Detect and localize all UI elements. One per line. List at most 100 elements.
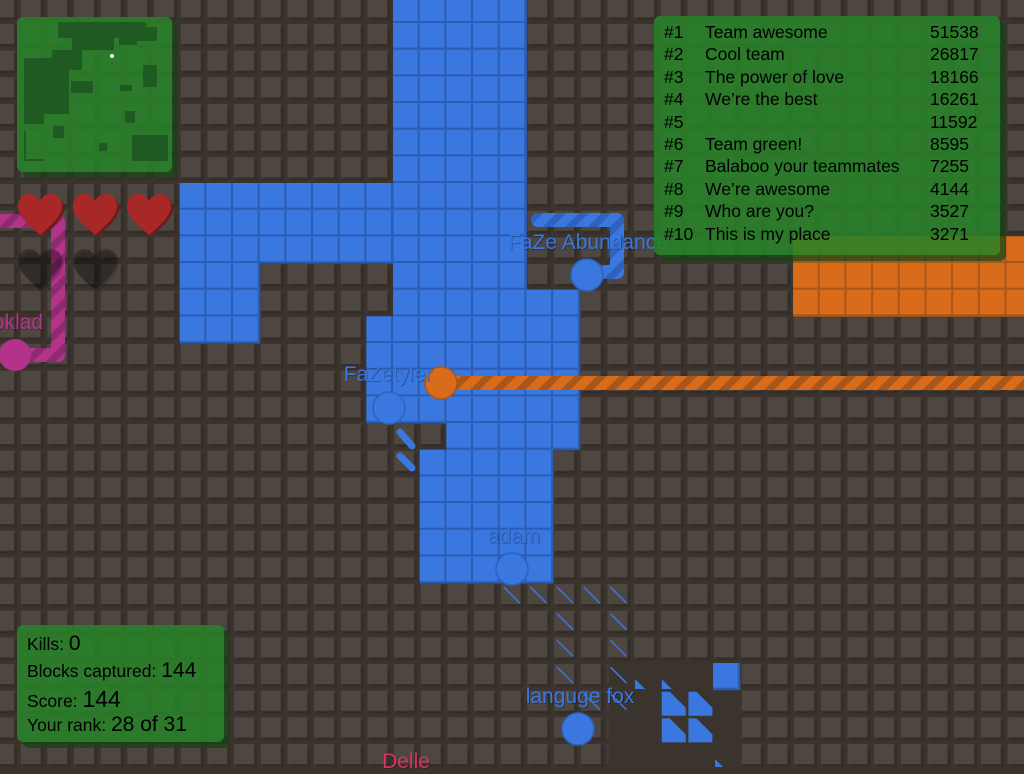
tile bbox=[980, 424, 1001, 445]
tile bbox=[340, 344, 361, 365]
tile bbox=[527, 0, 548, 18]
tile bbox=[314, 0, 335, 18]
leaderboard-row: #7 Balaboo your teammates 7255 bbox=[654, 156, 1000, 178]
blue-territory-cell bbox=[419, 236, 445, 261]
tile bbox=[207, 424, 228, 445]
tile bbox=[847, 557, 868, 578]
blue-territory-cell bbox=[393, 156, 418, 181]
tile bbox=[287, 0, 308, 18]
tile bbox=[607, 344, 628, 365]
tile bbox=[0, 610, 14, 631]
tile bbox=[340, 317, 361, 338]
tile bbox=[767, 0, 788, 18]
tile bbox=[47, 557, 68, 578]
blue-territory-cell bbox=[499, 449, 525, 475]
blue-territory-cell bbox=[419, 49, 445, 75]
blue-territory-cell bbox=[526, 556, 552, 582]
player-head-oklad bbox=[0, 339, 31, 371]
tile bbox=[260, 370, 281, 391]
leaderboard-score: 7255 bbox=[930, 156, 969, 177]
blue-territory-cell bbox=[553, 343, 578, 368]
tile bbox=[527, 637, 548, 658]
tile bbox=[74, 344, 95, 365]
tile bbox=[660, 610, 681, 631]
tile bbox=[607, 290, 628, 311]
tile bbox=[1007, 584, 1024, 605]
tile bbox=[527, 157, 548, 178]
tile bbox=[634, 584, 655, 605]
tile bbox=[714, 0, 735, 18]
blue-territory-cell bbox=[179, 289, 205, 315]
tile bbox=[660, 504, 681, 525]
tile bbox=[874, 557, 895, 578]
tile bbox=[1007, 744, 1024, 765]
tile bbox=[260, 504, 281, 525]
orange-territory-cell bbox=[793, 289, 818, 315]
blue-territory-cell bbox=[179, 236, 205, 261]
tile bbox=[74, 744, 95, 765]
blue-territory-cell bbox=[526, 503, 552, 528]
tile bbox=[287, 344, 308, 365]
blue-territory-cell bbox=[526, 289, 552, 315]
blue-territory-cell bbox=[313, 182, 338, 208]
tile bbox=[100, 397, 121, 418]
tile bbox=[607, 23, 628, 44]
tile bbox=[874, 0, 895, 18]
tile bbox=[287, 557, 308, 578]
blue-territory-cell bbox=[526, 423, 552, 448]
tile bbox=[180, 584, 201, 605]
tile bbox=[687, 557, 708, 578]
tile bbox=[794, 557, 815, 578]
tile bbox=[340, 477, 361, 498]
leaderboard-rank: #3 bbox=[664, 66, 684, 87]
tile bbox=[527, 130, 548, 151]
blue-territory-cell bbox=[526, 316, 552, 342]
tile bbox=[580, 450, 601, 471]
tile bbox=[20, 397, 41, 418]
leaderboard-score: 11592 bbox=[930, 111, 978, 132]
leaderboard: #1 Team awesome 51538 #2 Cool team 26817 #3 The… bbox=[654, 16, 1000, 255]
blue-territory-cell bbox=[393, 289, 418, 315]
tile bbox=[740, 584, 761, 605]
tile bbox=[180, 50, 201, 71]
tile bbox=[180, 744, 201, 765]
orange-territory-cell bbox=[873, 263, 898, 288]
tile bbox=[154, 397, 175, 418]
tile bbox=[180, 130, 201, 151]
tile bbox=[900, 530, 921, 551]
tile bbox=[287, 130, 308, 151]
tile bbox=[900, 450, 921, 471]
tile bbox=[954, 584, 975, 605]
tile bbox=[287, 717, 308, 738]
tile bbox=[287, 610, 308, 631]
leaderboard-name: We’re the best bbox=[705, 89, 818, 110]
tile bbox=[260, 717, 281, 738]
orange-territory-cell bbox=[926, 289, 952, 315]
tile bbox=[207, 744, 228, 765]
tile bbox=[154, 477, 175, 498]
tile bbox=[847, 717, 868, 738]
tile bbox=[874, 450, 895, 471]
leaderboard-rank: #8 bbox=[664, 178, 684, 199]
tile bbox=[820, 610, 841, 631]
tile bbox=[820, 584, 841, 605]
tile bbox=[687, 264, 708, 284]
tile bbox=[0, 450, 14, 471]
tile bbox=[47, 397, 68, 418]
tile bbox=[447, 637, 468, 658]
leaderboard-rank: #10 bbox=[664, 223, 694, 244]
tile bbox=[0, 264, 14, 284]
tile bbox=[100, 450, 121, 471]
leaderboard-row: #2 Cool team 26817 bbox=[654, 44, 1000, 66]
stat-kills: Kills: 0 bbox=[27, 632, 81, 655]
tile bbox=[660, 584, 681, 605]
tile bbox=[207, 23, 228, 44]
leaderboard-row: #1 Team awesome 51538 bbox=[654, 22, 1000, 44]
tile bbox=[1007, 690, 1024, 711]
tile bbox=[234, 344, 255, 365]
blue-territory-cell bbox=[446, 209, 472, 235]
tile bbox=[420, 610, 441, 631]
tile bbox=[74, 504, 95, 525]
tile bbox=[634, 103, 655, 124]
tile bbox=[660, 530, 681, 551]
